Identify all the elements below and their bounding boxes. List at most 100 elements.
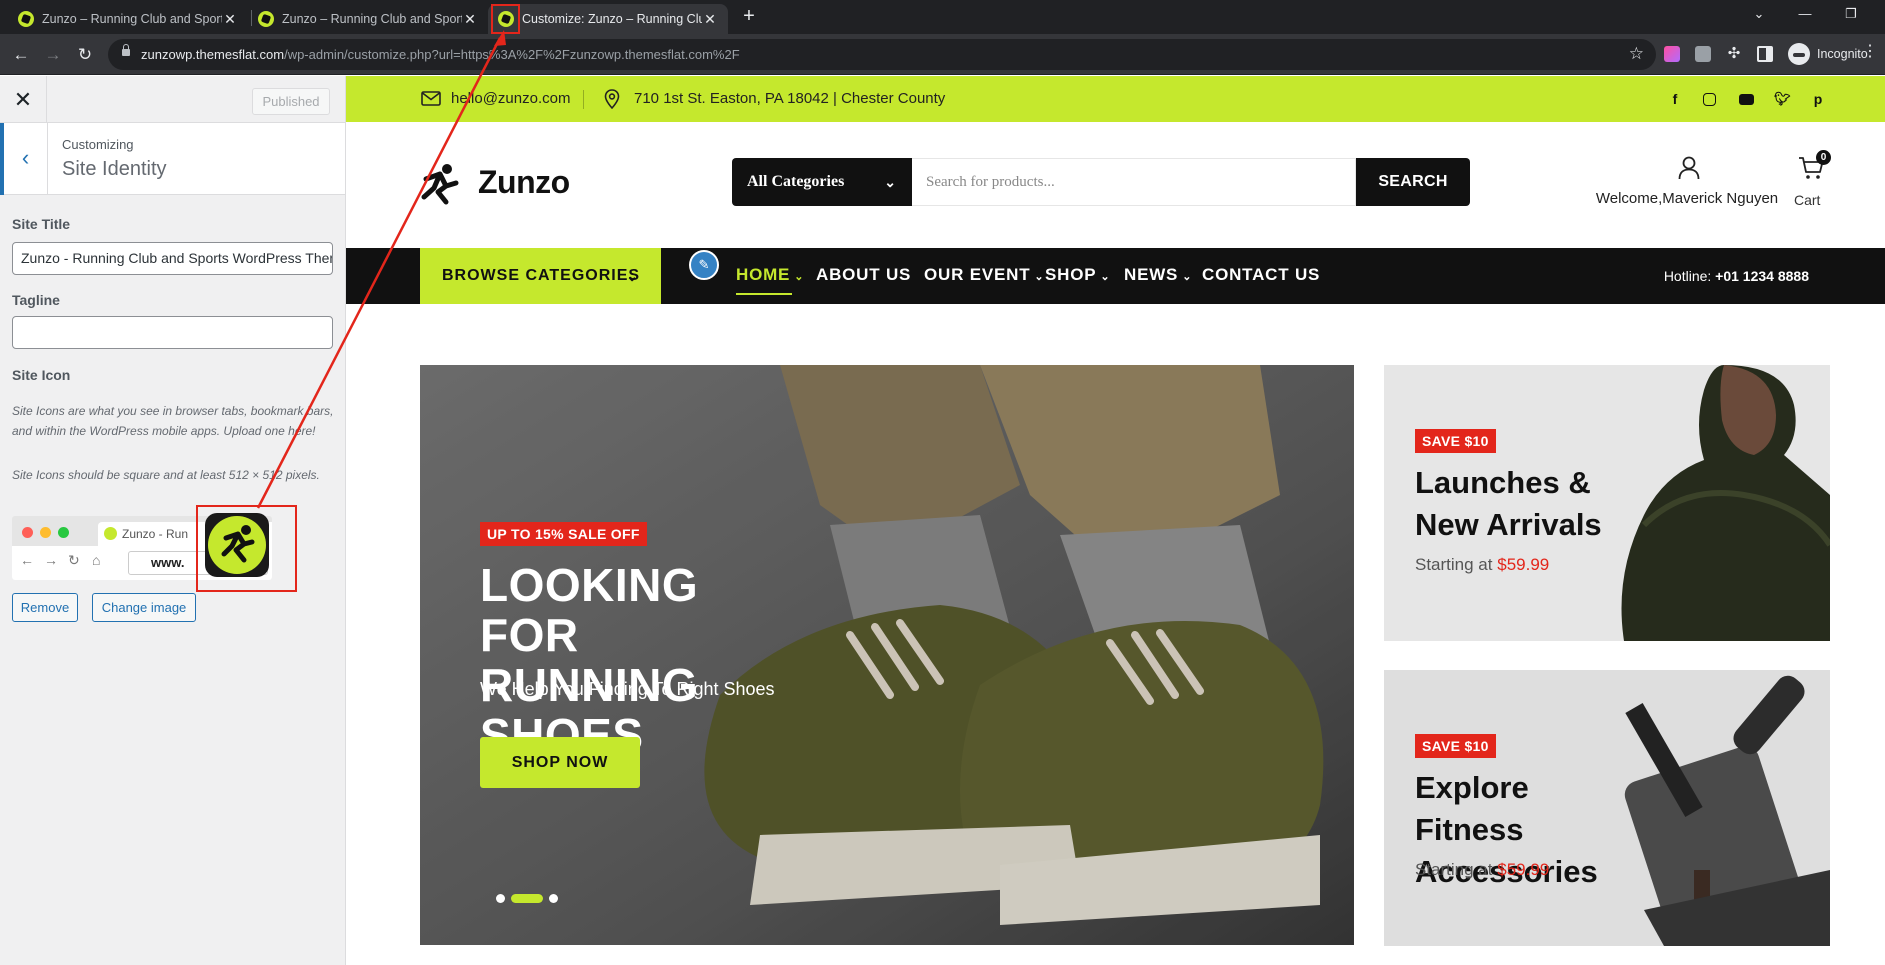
chevron-down-icon: ⌄ bbox=[794, 271, 805, 283]
nav-item-home[interactable]: HOME ⌄ bbox=[736, 265, 804, 285]
nav-label: SHOP bbox=[1045, 265, 1097, 284]
nav-label: OUR EVENT bbox=[924, 265, 1031, 284]
facebook-icon[interactable]: f bbox=[1667, 91, 1683, 107]
youtube-icon[interactable] bbox=[1739, 94, 1754, 105]
preview-forward-icon: → bbox=[44, 552, 58, 568]
site-title-input[interactable]: Zunzo - Running Club and Sports WordPres… bbox=[12, 242, 333, 275]
promo-save-badge: SAVE $10 bbox=[1415, 429, 1496, 453]
slider-dot[interactable] bbox=[496, 894, 505, 903]
nav-item-news[interactable]: NEWS ⌄ bbox=[1124, 265, 1192, 285]
slider-dot-active[interactable] bbox=[511, 894, 543, 903]
browser-tab[interactable]: Zunzo – Running Club and Sports ✕ bbox=[248, 4, 488, 34]
chevron-down-icon: ⌄ bbox=[884, 174, 896, 190]
promo-title: Launches & New Arrivals bbox=[1415, 462, 1645, 546]
cart-count-badge: 0 bbox=[1816, 150, 1831, 165]
hero-title: LOOKING FOR RUNNING SHOES bbox=[480, 560, 810, 760]
location-pin-icon bbox=[604, 89, 620, 109]
tab-close-icon[interactable]: ✕ bbox=[462, 11, 478, 28]
tab-title: Customize: Zunzo – Running Club bbox=[522, 12, 702, 26]
edit-shortcut-pencil-icon[interactable]: ✎ bbox=[689, 250, 719, 280]
url-text[interactable]: zunzowp.themesflat.com/wp-admin/customiz… bbox=[141, 47, 740, 62]
incognito-profile[interactable]: Incognito bbox=[1788, 42, 1868, 66]
cart-label[interactable]: Cart bbox=[1794, 192, 1820, 208]
browser-toolbar: ← → ↻ zunzowp.themesflat.com/wp-admin/cu… bbox=[0, 34, 1885, 75]
tab-title: Zunzo – Running Club and Sports bbox=[282, 12, 462, 26]
promo-title-line: Explore Fitness bbox=[1415, 770, 1529, 847]
welcome-text[interactable]: Welcome,Maverick Nguyen bbox=[1592, 190, 1782, 207]
nav-item-shop[interactable]: SHOP ⌄ bbox=[1045, 265, 1110, 285]
preview-home-icon: ⌂ bbox=[92, 552, 101, 568]
twitter-icon[interactable]: 🐦︎ bbox=[1774, 91, 1791, 107]
logo-running-icon[interactable] bbox=[420, 162, 460, 206]
site-title-label: Site Title bbox=[12, 216, 71, 232]
extensions-icon[interactable]: ✣ bbox=[1726, 46, 1742, 62]
browse-categories-button[interactable]: BROWSE CATEGORIES ⌄ bbox=[420, 248, 661, 304]
chevron-down-icon: ⌄ bbox=[626, 268, 639, 284]
instagram-icon[interactable] bbox=[1703, 93, 1716, 106]
nav-label: NEWS bbox=[1124, 265, 1179, 284]
browser-tab-active[interactable]: Customize: Zunzo – Running Club ✕ bbox=[488, 4, 728, 34]
change-image-button[interactable]: Change image bbox=[92, 593, 196, 622]
tab-close-icon[interactable]: ✕ bbox=[222, 11, 238, 28]
tab-close-icon[interactable]: ✕ bbox=[702, 11, 718, 28]
contact-email[interactable]: hello@zunzo.com bbox=[451, 90, 570, 107]
promo-title-line: Launches & bbox=[1415, 465, 1591, 500]
promo-card-new-arrivals[interactable]: SAVE $10 Launches & New Arrivals Startin… bbox=[1384, 365, 1830, 641]
menu-icon[interactable]: ⋮ bbox=[1862, 44, 1878, 60]
search-button[interactable]: SEARCH bbox=[1356, 158, 1470, 206]
remove-button[interactable]: Remove bbox=[12, 593, 78, 622]
pinterest-icon[interactable]: p bbox=[1810, 91, 1826, 107]
category-select[interactable]: All Categories ⌄ bbox=[732, 158, 912, 206]
nav-label: ABOUT US bbox=[816, 265, 912, 284]
nav-item-about-us[interactable]: ABOUT US bbox=[816, 265, 911, 285]
window-zoom-dot bbox=[58, 527, 69, 538]
publish-button[interactable]: Published bbox=[252, 88, 330, 115]
back-icon[interactable]: ← bbox=[9, 43, 33, 67]
forward-icon[interactable]: → bbox=[41, 43, 65, 67]
hero-sale-badge: UP TO 15% SALE OFF bbox=[480, 522, 647, 546]
site-icon-label: Site Icon bbox=[12, 367, 71, 383]
mail-icon bbox=[421, 91, 441, 106]
site-icon-size-note: Site Icons should be square and at least… bbox=[12, 468, 320, 482]
extension-gradient-icon[interactable] bbox=[1664, 46, 1680, 62]
active-underline bbox=[736, 293, 792, 295]
reload-icon[interactable]: ↻ bbox=[73, 43, 97, 67]
promo-title-line: New Arrivals bbox=[1415, 507, 1602, 542]
browser-tab[interactable]: Zunzo – Running Club and Sports ✕ bbox=[8, 4, 248, 34]
side-panel-icon[interactable] bbox=[1757, 46, 1773, 62]
address-bar[interactable]: zunzowp.themesflat.com/wp-admin/customiz… bbox=[108, 39, 1656, 70]
promo-price: Starting at $59.99 bbox=[1415, 555, 1549, 575]
browser-tab-strip: Zunzo – Running Club and Sports ✕ Zunzo … bbox=[0, 0, 1885, 34]
favicon-highlight-box bbox=[491, 4, 520, 34]
site-header: Zunzo All Categories ⌄ Search for produc… bbox=[346, 122, 1885, 248]
hotline[interactable]: Hotline: +01 1234 8888 bbox=[1664, 268, 1809, 284]
star-icon[interactable]: ☆ bbox=[1629, 44, 1644, 64]
price-value: $59.99 bbox=[1497, 860, 1550, 879]
tab-title: Zunzo – Running Club and Sports bbox=[42, 12, 222, 26]
back-chevron-icon[interactable]: ‹ bbox=[0, 123, 48, 195]
camera-icon[interactable] bbox=[1695, 46, 1711, 62]
lock-icon[interactable] bbox=[122, 44, 130, 56]
site-preview: hello@zunzo.com 710 1st St. Easton, PA 1… bbox=[346, 76, 1885, 965]
restore-button[interactable]: ❐ bbox=[1828, 0, 1874, 30]
nav-item-our-event[interactable]: OUR EVENT ⌄ bbox=[924, 265, 1044, 285]
tagline-label: Tagline bbox=[12, 292, 60, 308]
preview-favicon-icon bbox=[104, 527, 117, 540]
chevron-down-icon: ⌄ bbox=[1034, 271, 1045, 283]
minimize-button[interactable]: — bbox=[1782, 0, 1828, 30]
close-icon[interactable]: ✕ bbox=[0, 76, 47, 123]
promo-card-fitness-accessories[interactable]: SAVE $10 Explore Fitness Accessories Sta… bbox=[1384, 670, 1830, 946]
logo-text[interactable]: Zunzo bbox=[478, 164, 570, 201]
nav-label: CONTACT US bbox=[1202, 265, 1321, 284]
preview-tab-title: Zunzo - Run bbox=[122, 527, 189, 541]
shop-now-button[interactable]: SHOP NOW bbox=[480, 737, 640, 788]
new-tab-button[interactable]: + bbox=[737, 5, 761, 29]
hero-slider: UP TO 15% SALE OFF LOOKING FOR RUNNING S… bbox=[420, 365, 1354, 945]
tagline-input[interactable] bbox=[12, 316, 333, 349]
tab-search-icon[interactable]: ⌄ bbox=[1736, 0, 1782, 30]
search-input[interactable]: Search for products... bbox=[912, 158, 1356, 206]
contact-address: 710 1st St. Easton, PA 18042 | Chester C… bbox=[634, 90, 946, 107]
nav-item-contact-us[interactable]: CONTACT US bbox=[1202, 265, 1320, 285]
user-icon[interactable] bbox=[1678, 156, 1700, 180]
slider-dot[interactable] bbox=[549, 894, 558, 903]
